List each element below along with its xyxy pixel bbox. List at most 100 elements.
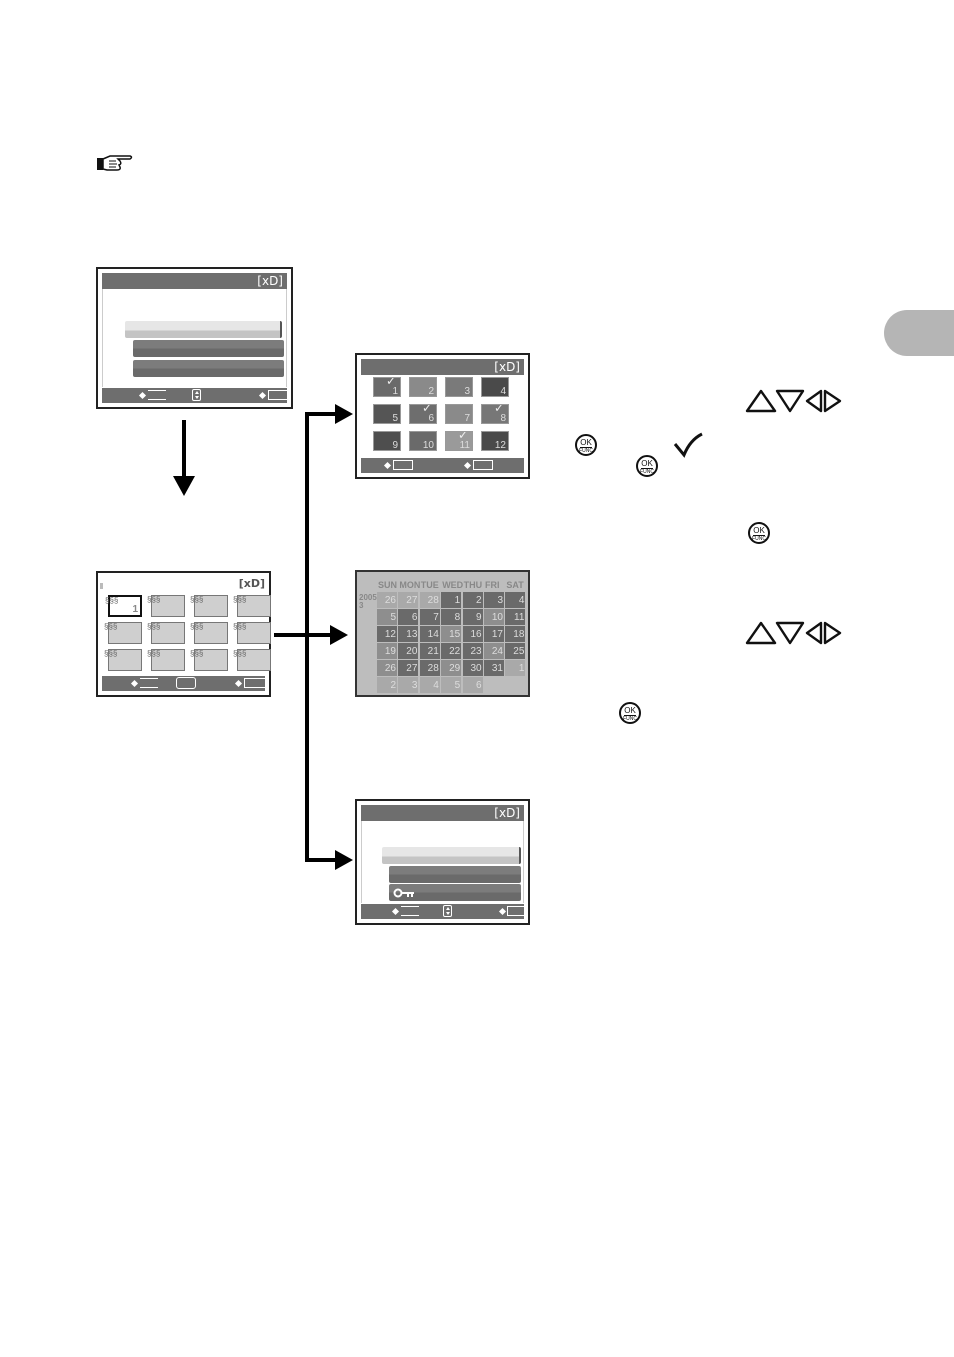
thumbnail-item[interactable]: 3 — [445, 377, 473, 397]
calendar-weekday: WED — [442, 580, 464, 590]
calendar-day[interactable]: 5 — [441, 677, 462, 693]
ok-func-button-icon: OK FUNC — [748, 522, 770, 544]
calendar-day[interactable]: 1 — [441, 592, 462, 608]
screen-footer — [361, 458, 524, 473]
flow-branch-top — [305, 412, 337, 416]
right-button-label — [473, 460, 493, 470]
album-item[interactable]: §§§ 1 — [105, 595, 142, 617]
calendar-day[interactable]: 5 — [377, 609, 397, 625]
thumbnail-item[interactable]: 10 — [409, 431, 437, 451]
calendar-day[interactable]: 10 — [484, 609, 504, 625]
calendar-day[interactable]: 2 — [462, 592, 483, 608]
calendar-day[interactable]: 3 — [398, 677, 419, 693]
thumbnail-item[interactable]: 4 — [481, 377, 509, 397]
binder-rings-icon: §§§ — [147, 649, 161, 658]
thumbnail-item[interactable]: 8 ✓ — [481, 404, 509, 424]
menu-item-1[interactable] — [125, 321, 282, 338]
album-item[interactable]: §§§ — [233, 595, 271, 617]
binder-rings-icon: §§§ — [233, 595, 247, 604]
thumbnail-item[interactable]: 5 — [373, 404, 401, 424]
calendar-day[interactable]: 14 — [419, 626, 440, 642]
album-item[interactable]: §§§ — [104, 622, 142, 644]
scroll-indicator — [100, 583, 103, 589]
calendar-day[interactable]: 31 — [484, 660, 504, 676]
diamond-icon — [130, 679, 139, 688]
calendar-day[interactable]: 27 — [398, 592, 419, 608]
calendar-day[interactable]: 17 — [484, 626, 504, 642]
calendar-day[interactable]: 28 — [419, 660, 440, 676]
album-item[interactable]: §§§ — [147, 649, 185, 671]
album-item[interactable]: §§§ — [147, 595, 185, 617]
calendar-day[interactable]: 22 — [441, 643, 462, 659]
menu-item-protect[interactable] — [389, 884, 521, 901]
album-item[interactable]: §§§ — [233, 622, 271, 644]
calendar-day[interactable]: 25 — [505, 643, 526, 659]
calendar-day[interactable]: 30 — [462, 660, 483, 676]
calendar-day[interactable]: 23 — [462, 643, 483, 659]
calendar-day[interactable]: 18 — [505, 626, 526, 642]
album-item[interactable]: §§§ — [233, 649, 271, 671]
binder-rings-icon: §§§ — [147, 622, 161, 631]
album-item[interactable]: §§§ — [104, 649, 142, 671]
calendar-day[interactable]: 24 — [484, 643, 504, 659]
calendar-day[interactable]: 3 — [484, 592, 504, 608]
arrowhead-right-icon — [335, 404, 353, 424]
lcd-protect-menu-screen: [xD] — [355, 799, 530, 925]
album-item[interactable]: §§§ — [190, 622, 228, 644]
calendar-day[interactable]: 21 — [419, 643, 440, 659]
album-item[interactable]: §§§ — [147, 622, 185, 644]
calendar-day[interactable]: 6 — [462, 677, 483, 693]
calendar-day[interactable]: 28 — [419, 592, 440, 608]
calendar-day[interactable]: 4 — [419, 677, 440, 693]
binder-rings-icon: §§§ — [190, 622, 204, 631]
calendar-weekday: SAT — [506, 580, 524, 590]
calendar-day[interactable]: 19 — [377, 643, 397, 659]
calendar-day[interactable]: 9 — [462, 609, 483, 625]
lcd-album-index-screen: [xD] §§§ 1 §§§ §§§ §§§ §§§ §§§ §§§ §§§ §§§ §§§ §§§ §… — [96, 571, 271, 697]
thumbnail-item[interactable]: 11 ✓ — [445, 431, 473, 451]
calendar-day[interactable]: 26 — [377, 592, 397, 608]
thumbnail-item[interactable]: 12 — [481, 431, 509, 451]
thumbnail-item[interactable]: 1 ✓ — [373, 377, 401, 397]
menu-item-1[interactable] — [382, 847, 521, 864]
album-item[interactable]: §§§ — [190, 595, 228, 617]
calendar-day[interactable]: 1 — [505, 660, 526, 676]
album-item[interactable]: §§§ — [190, 649, 228, 671]
key-icon — [393, 888, 414, 898]
thumbnail-item[interactable]: 9 — [373, 431, 401, 451]
lcd-thumbnail-select-screen: [xD] 1 ✓ 2 3 4 5 6 ✓ 7 8 ✓ 9 10 11 ✓ 12 — [355, 353, 530, 479]
thumbnail-item[interactable]: 6 ✓ — [409, 404, 437, 424]
calendar-day[interactable]: 13 — [398, 626, 419, 642]
four-way-icon — [176, 677, 196, 689]
calendar-day[interactable]: 26 — [377, 660, 397, 676]
calendar-year-month: 2005 3 — [359, 594, 377, 610]
calendar-day[interactable]: 6 — [398, 609, 419, 625]
calendar-day[interactable]: 4 — [505, 592, 526, 608]
menu-item-2[interactable] — [133, 340, 284, 357]
album-number: 1 — [132, 604, 138, 615]
menu-area — [102, 289, 287, 387]
flow-arrow-down — [182, 420, 186, 478]
up-down-left-right-arrows-icon — [745, 388, 843, 414]
calendar-day[interactable]: 29 — [441, 660, 462, 676]
calendar-day[interactable]: 8 — [441, 609, 462, 625]
flow-branch-bottom — [305, 858, 337, 862]
calendar-day[interactable]: 15 — [441, 626, 462, 642]
calendar-day[interactable]: 12 — [377, 626, 397, 642]
thumbnail-item[interactable]: 7 — [445, 404, 473, 424]
ok-func-button-icon: OK FUNC — [575, 434, 597, 456]
binder-rings-icon: §§§ — [233, 649, 247, 658]
calendar-day[interactable]: 16 — [462, 626, 483, 642]
calendar-day[interactable]: 11 — [505, 609, 526, 625]
calendar-day[interactable]: 20 — [398, 643, 419, 659]
calendar-day[interactable]: 2 — [377, 677, 397, 693]
binder-rings-icon: §§§ — [104, 622, 118, 631]
thumbnail-item[interactable]: 2 — [409, 377, 437, 397]
calendar-day[interactable]: 27 — [398, 660, 419, 676]
calendar-month: 3 — [359, 601, 364, 610]
calendar-day[interactable]: 7 — [419, 609, 440, 625]
menu-area — [361, 821, 524, 903]
menu-item-2[interactable] — [389, 866, 521, 883]
menu-item-3[interactable] — [133, 360, 284, 377]
diamond-icon — [138, 391, 147, 400]
